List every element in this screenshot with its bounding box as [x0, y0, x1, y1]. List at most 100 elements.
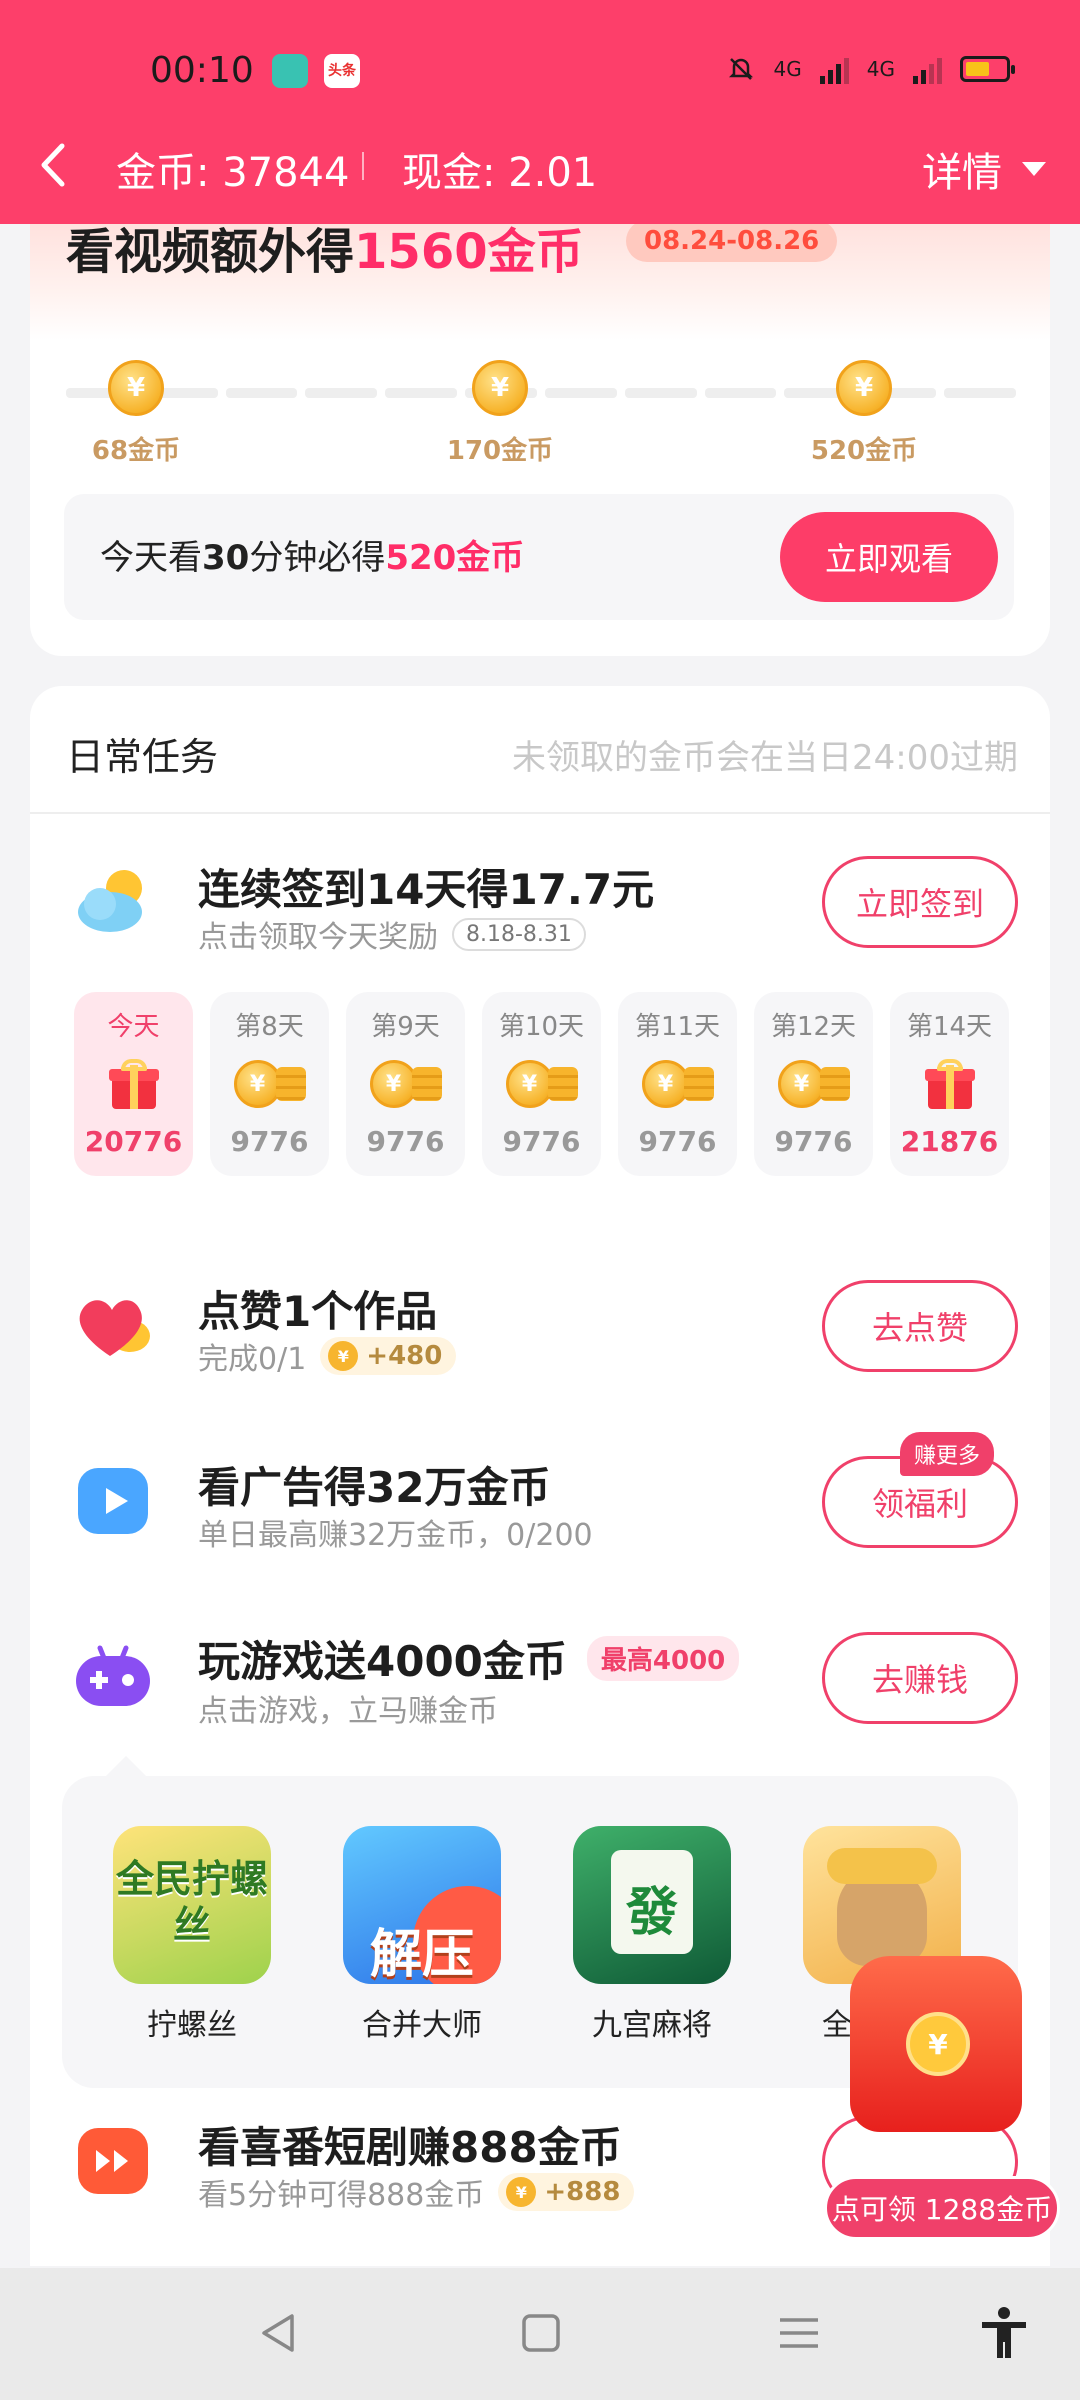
coin-icon: ¥ [472, 360, 528, 416]
game-name: 拧螺丝 [147, 2008, 237, 2043]
watch-now-button[interactable]: 立即观看 [780, 512, 998, 602]
nav-back-icon[interactable] [254, 2308, 304, 2358]
like-task-title: 点赞1个作品 [198, 1287, 438, 1336]
checkin-day[interactable]: 第10天 ¥ 9776 [482, 992, 601, 1176]
checkin-day[interactable]: 第11天 ¥ 9776 [618, 992, 737, 1176]
chevron-down-icon [1022, 162, 1046, 176]
game-name: 九宫麻将 [592, 2008, 712, 2043]
coin-balance: 金币: 37844 [116, 150, 350, 196]
checkin-subtitle: 点击领取今天奖励 8.18-8.31 [198, 912, 586, 956]
like-progress: 完成0/1 [198, 1342, 307, 1377]
games-title-text: 玩游戏送4000金币 [198, 1637, 567, 1686]
milestone-label: 520金币 [810, 436, 918, 466]
day-reward: 9776 [638, 1125, 717, 1158]
checkin-day[interactable]: 第14天 21876 [890, 992, 1009, 1176]
status-indicators: 4G 4G [726, 54, 1015, 84]
day-label: 第10天 [498, 1012, 585, 1042]
watch-text-part: 今天看 [100, 538, 202, 578]
game-item-merge[interactable]: 解压 合并大师 [322, 1826, 522, 2044]
network-4g-label-2: 4G [866, 57, 895, 81]
expiry-note: 未领取的金币会在当日24:00过期 [512, 738, 1018, 778]
day-label: 第9天 [371, 1012, 440, 1042]
games-task-title: 玩游戏送4000金币 最高4000 [198, 1628, 740, 1689]
drama-task-subtitle: 看5分钟可得888金币 ¥ +888 [198, 2170, 635, 2214]
game-item-screw[interactable]: 全民拧螺丝 拧螺丝 [92, 1826, 292, 2044]
ads-task-subtitle: 单日最高赚32万金币，0/200 [198, 1518, 593, 1553]
floating-red-packet[interactable]: ¥ [840, 1956, 1040, 2176]
signal-icon [819, 54, 849, 84]
games-max-pill: 最高4000 [586, 1636, 740, 1681]
system-navigation-bar [0, 2268, 1080, 2400]
milestone-1: ¥ 68金币 [66, 360, 206, 467]
drama-reward: +888 [544, 2177, 621, 2207]
weather-icon [78, 870, 142, 932]
coin-icon: ¥ [906, 2012, 970, 2076]
gamepad-icon [76, 1645, 150, 1706]
cash-balance: 现金: 2.01 [402, 150, 598, 196]
network-4g-label: 4G [773, 57, 802, 81]
coin-icon: ¥ [506, 2177, 537, 2207]
milestone-label: 170金币 [446, 436, 554, 466]
like-button[interactable]: 去点赞 [822, 1280, 1018, 1372]
nav-menu-icon[interactable] [774, 2308, 824, 2358]
top-header: 00:10 头条 4G 4G 金币: 37844 现金: 2.01 详情 [0, 0, 1080, 224]
milestone-2: ¥ 170金币 [430, 360, 570, 467]
day-reward: 21876 [900, 1125, 999, 1158]
mute-bell-icon [728, 58, 753, 80]
day-reward: 9776 [230, 1125, 309, 1158]
milestone-label: 68金币 [91, 436, 181, 466]
drama-task-title: 看喜番短剧赚888金币 [198, 2123, 622, 2172]
watch-goal-text: 今天看30分钟必得520金币 [100, 530, 524, 579]
watch-text-part: 分钟必得 [249, 538, 386, 578]
game-art-text: 發 [625, 1883, 678, 1943]
daily-tasks-title: 日常任务 [66, 735, 219, 779]
coins-icon: ¥ [369, 1060, 442, 1108]
coins-icon: ¥ [505, 1060, 578, 1108]
drama-icon [78, 2128, 148, 2194]
back-arrow-icon[interactable] [34, 140, 74, 190]
ads-task-title: 看广告得32万金币 [198, 1463, 551, 1512]
floating-reward-label[interactable]: 点可领 1288金币 [824, 2176, 1060, 2240]
day-label: 第11天 [634, 1012, 721, 1042]
earn-money-button[interactable]: 去赚钱 [822, 1632, 1018, 1724]
coins-icon: ¥ [641, 1060, 714, 1108]
promo-title-highlight: 1560金币 [354, 224, 584, 280]
checkin-days-row: 今天 20776 第8天 ¥ 9776 第9天 ¥ 9776 第10天 ¥ 97… [74, 992, 1009, 1176]
day-reward: 9776 [774, 1125, 853, 1158]
ads-button-wrap: 领福利 赚更多 [822, 1432, 1018, 1548]
like-reward: +480 [366, 1341, 443, 1371]
status-app-icon [272, 54, 308, 88]
gift-icon [924, 1059, 975, 1109]
checkin-day[interactable]: 第9天 ¥ 9776 [346, 992, 465, 1176]
video-play-icon [78, 1468, 148, 1534]
earn-more-badge: 赚更多 [899, 1432, 994, 1476]
like-reward-pill: ¥ +480 [320, 1337, 457, 1375]
checkin-date-pill: 8.18-8.31 [452, 917, 586, 951]
game-item-mahjong[interactable]: 發 九宫麻将 [552, 1826, 752, 2044]
games-task-subtitle: 点击游戏，立马赚金币 [198, 1694, 498, 1729]
status-time: 00:10 [150, 50, 254, 91]
game-thumbnail: 全民拧螺丝 [113, 1826, 271, 1984]
signal-icon-2 [913, 54, 942, 84]
nav-home-icon[interactable] [516, 2308, 566, 2358]
game-name: 合并大师 [362, 2008, 482, 2043]
chick-hat [827, 1848, 937, 1884]
accessibility-icon[interactable] [976, 2304, 1032, 2360]
game-art-text: 全民拧螺丝 [115, 1857, 268, 1947]
day-reward: 9776 [366, 1125, 445, 1158]
checkin-day[interactable]: 第12天 ¥ 9776 [754, 992, 873, 1176]
checkin-day[interactable]: 第8天 ¥ 9776 [210, 992, 329, 1176]
watch-minutes: 30 [202, 538, 250, 578]
day-label: 今天 [107, 1012, 160, 1042]
coin-icon: ¥ [108, 360, 164, 416]
milestone-3: ¥ 520金币 [794, 360, 934, 467]
video-promo-card: 看视频额外得1560金币 08.24-08.26 ¥ 68金币 ¥ 170金币 … [30, 180, 1050, 656]
game-thumbnail: 發 [573, 1826, 731, 1984]
day-reward: 20776 [84, 1125, 183, 1158]
checkin-button[interactable]: 立即签到 [822, 856, 1018, 948]
drama-reward-pill: ¥ +888 [498, 2173, 635, 2211]
detail-dropdown-button[interactable]: 详情 [922, 140, 1046, 198]
battery-icon [960, 56, 1015, 82]
checkin-day[interactable]: 今天 20776 [74, 992, 193, 1176]
game-thumbnail: 解压 [343, 1826, 501, 1984]
